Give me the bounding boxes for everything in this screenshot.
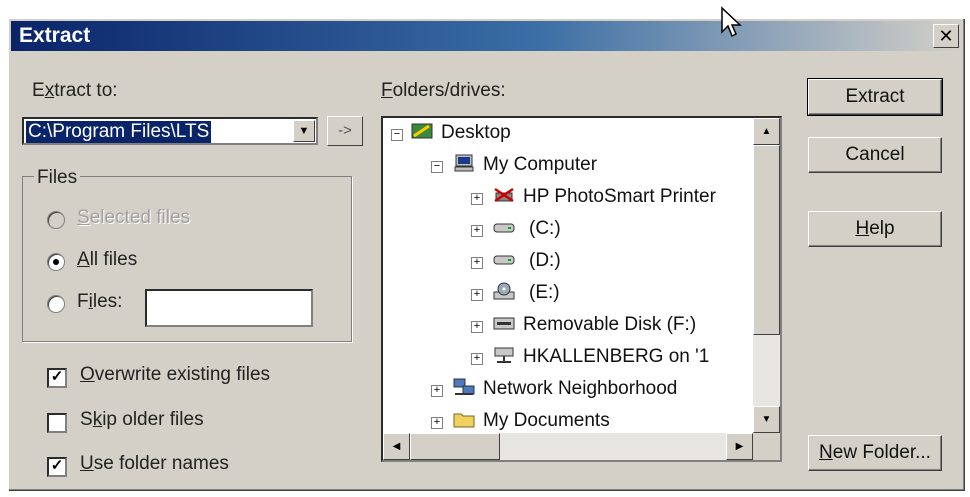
extract-to-label: Extract to: (32, 80, 118, 101)
close-icon: ✕ (938, 26, 954, 46)
window-title: Extract (19, 24, 91, 47)
removable-drive-icon (493, 317, 515, 330)
network-icon (453, 378, 475, 395)
folder-icon (453, 413, 475, 428)
all-files-label: All files (77, 249, 138, 270)
scroll-right-icon[interactable]: ▶ (726, 433, 753, 460)
computer-icon (454, 154, 474, 172)
extract-to-value[interactable]: C:\Program Files\LTS (26, 121, 212, 143)
use-folder-names-label: Use folder names (80, 453, 229, 474)
horizontal-scroll-thumb[interactable] (410, 433, 500, 460)
cancel-button[interactable]: Cancel (808, 137, 942, 173)
close-button[interactable]: ✕ (933, 24, 959, 48)
extract-to-combobox[interactable]: C:\Program Files\LTS ▼ (22, 117, 318, 145)
expand-icon[interactable]: + (431, 385, 443, 397)
skip-older-label: Skip older files (80, 409, 204, 430)
tree-node-drive-d[interactable]: (D:) (529, 250, 561, 272)
vertical-scrollbar[interactable]: ▲ ▼ (753, 118, 780, 433)
expand-icon[interactable]: + (471, 321, 483, 333)
files-input[interactable] (145, 289, 313, 327)
title-bar[interactable]: Extract ✕ (11, 21, 963, 51)
selected-files-radio[interactable] (47, 211, 65, 229)
drive-icon (493, 255, 515, 265)
files-label: Files: (77, 291, 123, 312)
overwrite-checkbox[interactable]: ✓ (47, 368, 67, 388)
vertical-scroll-thumb[interactable] (753, 145, 780, 335)
tree-node-drive-e[interactable]: (E:) (529, 282, 560, 304)
expand-icon[interactable]: + (431, 417, 443, 429)
horizontal-scrollbar[interactable]: ◀ ▶ (383, 433, 753, 460)
scroll-corner (753, 433, 780, 460)
tree-node-my-computer[interactable]: My Computer (483, 154, 597, 176)
new-folder-button[interactable]: New Folder... (808, 435, 942, 471)
skip-older-checkbox[interactable] (47, 413, 67, 433)
extract-button[interactable]: Extract (807, 78, 943, 116)
drive-icon (493, 223, 515, 233)
cdrom-icon (493, 282, 515, 300)
collapse-icon[interactable]: − (391, 129, 403, 141)
all-files-radio[interactable] (47, 253, 65, 271)
collapse-icon[interactable]: − (431, 161, 443, 173)
files-radio[interactable] (47, 295, 65, 313)
tree-node-printer[interactable]: HP PhotoSmart Printer (523, 186, 716, 208)
selected-files-label: Selected files (77, 207, 191, 228)
printer-icon (494, 187, 514, 203)
scroll-up-icon[interactable]: ▲ (753, 118, 780, 145)
tree-node-drive-c[interactable]: (C:) (529, 218, 561, 240)
mouse-cursor-icon (721, 6, 742, 38)
tree-node-desktop[interactable]: Desktop (441, 122, 511, 144)
help-button[interactable]: Help (808, 211, 942, 247)
overwrite-label: Overwrite existing files (80, 364, 271, 385)
scroll-down-icon[interactable]: ▼ (753, 406, 780, 433)
expand-icon[interactable]: + (471, 289, 483, 301)
folders-drives-label: Folders/drives: (381, 80, 506, 101)
expand-icon[interactable]: + (471, 225, 483, 237)
expand-icon[interactable]: + (471, 257, 483, 269)
apply-path-button[interactable]: -> (327, 116, 363, 146)
folder-tree[interactable]: − Desktop − My Computer + HP PhotoSmart … (381, 116, 782, 462)
desktop-icon (411, 123, 433, 139)
expand-icon[interactable]: + (471, 193, 483, 205)
files-group-title: Files (34, 167, 81, 189)
expand-icon[interactable]: + (471, 353, 483, 365)
dropdown-arrow-icon[interactable]: ▼ (293, 120, 315, 142)
tree-node-network-neighborhood[interactable]: Network Neighborhood (483, 378, 677, 400)
tree-node-network-drive[interactable]: HKALLENBERG on '1 (523, 346, 709, 368)
scroll-left-icon[interactable]: ◀ (383, 433, 410, 460)
tree-node-removable-disk[interactable]: Removable Disk (F:) (523, 314, 696, 336)
use-folder-names-checkbox[interactable]: ✓ (47, 457, 67, 477)
network-drive-icon (494, 347, 514, 363)
tree-node-my-documents[interactable]: My Documents (483, 410, 610, 432)
